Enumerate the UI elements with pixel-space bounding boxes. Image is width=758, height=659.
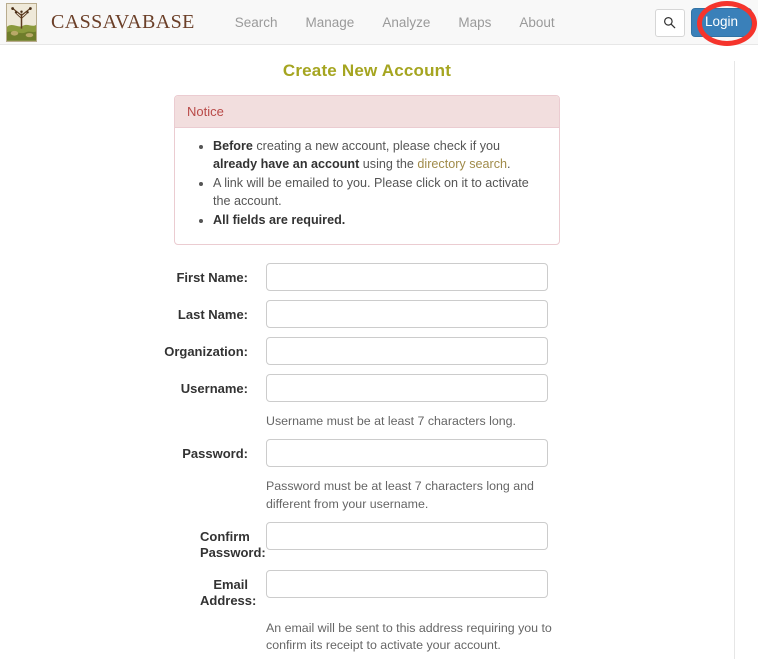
- nav-item-maps[interactable]: Maps: [444, 9, 505, 36]
- form-row-organization: Organization:: [0, 337, 734, 366]
- username-label: Username:: [180, 381, 248, 397]
- notice-emphasis: already have an account: [213, 156, 360, 171]
- nav-item-search[interactable]: Search: [221, 9, 292, 36]
- notice-text: .: [507, 156, 511, 171]
- help-spacer: [0, 476, 266, 512]
- help-spacer: [0, 411, 266, 430]
- email-help-text: An email will be sent to this address re…: [266, 620, 552, 652]
- form-row-last-name: Last Name:: [0, 300, 734, 329]
- notice-list-item: All fields are required.: [213, 212, 547, 230]
- notice-text: creating a new account, please check if …: [252, 139, 501, 153]
- notice-text: A link will be emailed to you. Please cl…: [213, 175, 529, 208]
- search-icon: [664, 17, 676, 29]
- directory-search-link[interactable]: directory search: [417, 157, 507, 171]
- password-help-row: Password must be at least 7 characters l…: [0, 476, 734, 512]
- notice-list-item: A link will be emailed to you. Please cl…: [213, 175, 547, 211]
- site-header: CASSAVABASE Search Manage Analyze Maps A…: [0, 0, 758, 46]
- main-navigation: Search Manage Analyze Maps About: [221, 9, 569, 36]
- form-row-email-address: Email Address:: [0, 569, 734, 609]
- username-input[interactable]: [266, 374, 548, 403]
- email-address-input[interactable]: [266, 569, 548, 598]
- notice-heading: Notice: [175, 96, 559, 128]
- notice-body: Before creating a new account, please ch…: [175, 128, 559, 244]
- email-address-label: Email Address:: [200, 576, 257, 608]
- search-button[interactable]: [654, 8, 685, 37]
- email-help-row: An email will be sent to this address re…: [0, 618, 734, 654]
- notice-panel: Notice Before creating a new account, pl…: [174, 95, 560, 246]
- password-label: Password:: [182, 446, 248, 462]
- organization-input[interactable]: [266, 337, 548, 366]
- notice-list-item: Before creating a new account, please ch…: [213, 138, 547, 174]
- nav-item-analyze[interactable]: Analyze: [368, 9, 444, 36]
- cassava-plant-logo-icon[interactable]: [6, 2, 37, 42]
- notice-text: using the: [359, 156, 418, 171]
- last-name-label: Last Name:: [177, 307, 248, 323]
- notice-emphasis: Before: [213, 139, 253, 153]
- brand-name[interactable]: CASSAVABASE: [51, 11, 195, 34]
- form-row-password: Password:: [0, 439, 734, 468]
- login-button[interactable]: Login: [690, 8, 752, 37]
- form-row-first-name: First Name:: [0, 263, 734, 292]
- last-name-input[interactable]: [266, 300, 548, 329]
- notice-emphasis: All fields are required.: [213, 212, 346, 227]
- help-spacer: [0, 618, 266, 654]
- page-container: Create New Account Notice Before creatin…: [0, 61, 735, 659]
- nav-item-manage[interactable]: Manage: [292, 9, 369, 36]
- password-help-text: Password must be at least 7 characters l…: [266, 479, 534, 511]
- organization-label: Organization:: [164, 344, 248, 360]
- username-help-row: Username must be at least 7 characters l…: [0, 411, 734, 430]
- password-input[interactable]: [266, 439, 548, 468]
- confirm-password-label: Confirm Password:: [200, 528, 266, 560]
- notice-list: Before creating a new account, please ch…: [187, 138, 547, 229]
- header-actions: Login: [654, 0, 752, 45]
- first-name-label: First Name:: [176, 270, 248, 286]
- form-row-confirm-password: Confirm Password:: [0, 521, 734, 561]
- page-title: Create New Account: [282, 61, 452, 80]
- confirm-password-input[interactable]: [266, 521, 548, 550]
- nav-item-about[interactable]: About: [505, 9, 568, 36]
- form-row-username: Username:: [0, 374, 734, 403]
- first-name-input[interactable]: [266, 263, 548, 292]
- create-account-form: First Name: Last Name: Organization: Use…: [0, 263, 734, 659]
- username-help-text: Username must be at least 7 characters l…: [266, 414, 516, 429]
